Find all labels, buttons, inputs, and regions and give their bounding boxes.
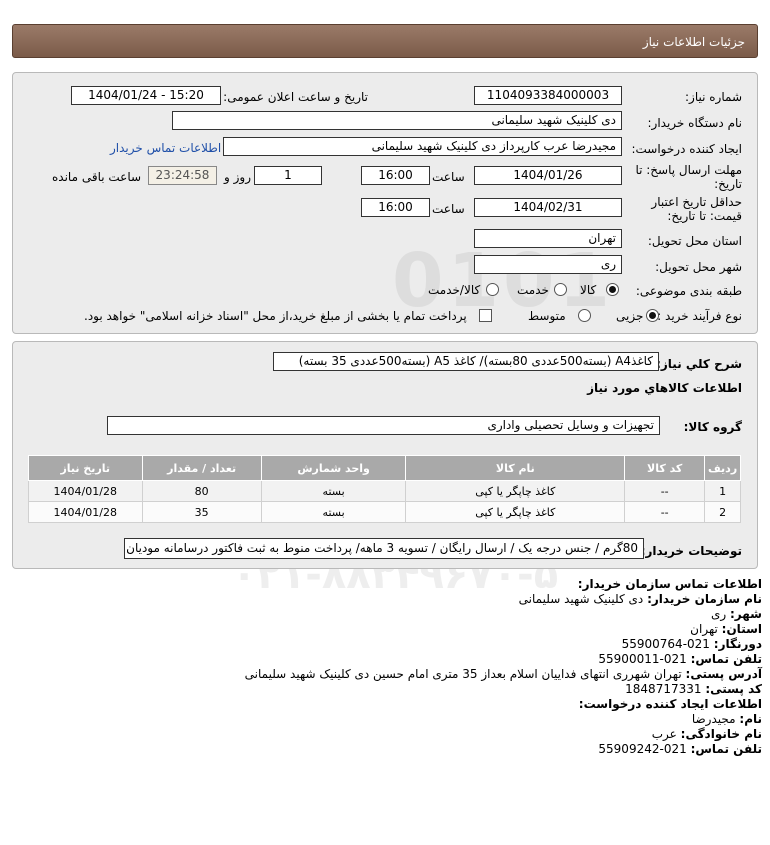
buyer-org-label: نام دستگاه خریدار: xyxy=(647,116,743,130)
cell-need-date: 1404/01/28 xyxy=(28,480,143,502)
validity-time-label: ساعت xyxy=(432,202,465,216)
deadline-time-label: ساعت xyxy=(432,170,465,184)
deadline-time-field: 16:00 xyxy=(361,166,430,185)
contact-fax: دورنگار: 021-55900764 xyxy=(621,637,762,651)
process-option-minor: جزیی xyxy=(616,309,644,323)
province-field: تهران xyxy=(474,229,622,248)
col-unit: واحد شمارش xyxy=(260,455,407,481)
cell-unit: بسته xyxy=(260,480,407,502)
category-label: طبقه بندی موضوعی: xyxy=(635,284,742,298)
cell-unit: بسته xyxy=(260,501,407,523)
need-number-label: شماره نیاز: xyxy=(685,90,742,104)
summary-field: کاغذA4 (بسته500عددی 80بسته)/ کاغذ A5 (بس… xyxy=(273,352,659,371)
announce-field: 1404/01/24 - 15:20 xyxy=(71,86,221,105)
process-label: نوع فرآیند خرید : xyxy=(657,309,742,323)
province-label: استان محل تحویل: xyxy=(647,234,742,248)
cell-goods-code: -- xyxy=(624,501,706,523)
contact-address: آدرس پستی: تهران شهرری انتهای فداییان اس… xyxy=(244,667,762,681)
col-quantity: تعداد / مقدار xyxy=(141,455,262,481)
summary-label: شرح کلي نياز: xyxy=(656,357,742,371)
goods-group-field: تجهیزات و وسایل تحصیلی واداری xyxy=(107,416,660,435)
category-option-goods-service: کالا/خدمت xyxy=(428,283,481,297)
table-row: 1 -- کاغذ چاپگر یا کپی بسته 80 1404/01/2… xyxy=(28,480,741,502)
category-radio-goods[interactable] xyxy=(606,283,619,296)
cell-goods-code: -- xyxy=(624,480,706,502)
buyer-notes-field: 80گرم / جنس درجه یک / ارسال رایگان / تسو… xyxy=(124,538,644,559)
deadline-date-field: 1404/01/26 xyxy=(474,166,622,185)
col-goods-code: کد کالا xyxy=(624,455,706,481)
cell-row-number: 1 xyxy=(704,480,741,502)
table-row: 2 -- کاغذ چاپگر یا کپی بسته 35 1404/01/2… xyxy=(28,501,741,523)
creator-first-name: نام: مجیدرضا xyxy=(691,712,762,726)
buyer-notes-label: توضیحات خریدار: xyxy=(640,544,742,558)
goods-group-label: گروه کالا: xyxy=(683,420,742,434)
remaining-label: ساعت باقی مانده xyxy=(52,170,142,184)
days-label: روز و xyxy=(224,170,251,184)
buyer-org-field: دی کلینیک شهید سلیمانی xyxy=(172,111,622,130)
cell-row-number: 2 xyxy=(704,501,741,523)
days-field: 1 xyxy=(254,166,322,185)
creator-label: ایجاد کننده درخواست: xyxy=(631,142,742,156)
validity-label: حداقل تاریخ اعتبار xyxy=(651,195,742,209)
contact-province: استان: تهران xyxy=(690,622,762,636)
deadline-label: مهلت ارسال پاسخ: تا xyxy=(635,163,742,177)
city-label: شهر محل تحویل: xyxy=(655,260,742,274)
treasury-payment-checkbox[interactable] xyxy=(479,309,492,322)
category-option-service: خدمت xyxy=(517,283,549,297)
announce-label: تاریخ و ساعت اعلان عمومی: xyxy=(223,90,368,104)
page-header: جزئیات اطلاعات نیاز xyxy=(12,24,758,58)
buyer-contact-link[interactable]: اطلاعات تماس خریدار xyxy=(110,141,221,155)
payment-note: پرداخت تمام یا بخشی از مبلغ خرید،از محل … xyxy=(84,309,467,323)
cell-goods-name: کاغذ چاپگر یا کپی xyxy=(405,501,626,523)
contact-city: شهر: ری xyxy=(710,607,762,621)
col-need-date: تاریخ نیاز xyxy=(28,455,143,481)
goods-table: ردیف کد کالا نام کالا واحد شمارش تعداد /… xyxy=(28,455,741,523)
remaining-time-field: 23:24:58 xyxy=(148,166,217,185)
contact-org-heading: اطلاعات تماس سازمان خریدار: xyxy=(577,577,762,591)
validity-label-date: قیمت: تا تاریخ: xyxy=(667,209,742,223)
cell-quantity: 35 xyxy=(141,501,262,523)
contact-org-name: نام سازمان خریدار: دی کلینیک شهید سلیمان… xyxy=(518,592,762,606)
process-radio-minor[interactable] xyxy=(646,309,659,322)
category-radio-service[interactable] xyxy=(554,283,567,296)
page-title: جزئیات اطلاعات نیاز xyxy=(642,35,745,49)
need-number-field: 1104093384000003 xyxy=(474,86,622,105)
creator-last-name: نام خانوادگی: عرب xyxy=(651,727,762,741)
validity-time-field: 16:00 xyxy=(361,198,430,217)
cell-quantity: 80 xyxy=(141,480,262,502)
deadline-label-date: تاریخ: xyxy=(714,177,742,191)
cell-need-date: 1404/01/28 xyxy=(28,501,143,523)
contact-postal-code: کد پستی: 1848717331 xyxy=(625,682,762,696)
validity-date-field: 1404/02/31 xyxy=(474,198,622,217)
col-goods-name: نام کالا xyxy=(405,455,626,481)
process-option-medium: متوسط xyxy=(528,309,566,323)
table-header-row: ردیف کد کالا نام کالا واحد شمارش تعداد /… xyxy=(28,455,741,481)
cell-goods-name: کاغذ چاپگر یا کپی xyxy=(405,480,626,502)
creator-info-heading: اطلاعات ایجاد کننده درخواست: xyxy=(578,697,762,711)
category-option-goods: کالا xyxy=(580,283,597,297)
creator-field: مجیدرضا عرب کارپرداز دی کلینیک شهید سلیم… xyxy=(223,137,622,156)
category-radio-goods-service[interactable] xyxy=(486,283,499,296)
contact-phone: تلفن تماس: 021-55900011 xyxy=(598,652,762,666)
creator-phone: تلفن تماس: 021-55909242 xyxy=(598,742,762,756)
col-row-number: ردیف xyxy=(704,455,741,481)
goods-heading: اطلاعات كالاهاي مورد نياز xyxy=(587,381,742,395)
process-radio-medium[interactable] xyxy=(578,309,591,322)
city-field: ری xyxy=(474,255,622,274)
